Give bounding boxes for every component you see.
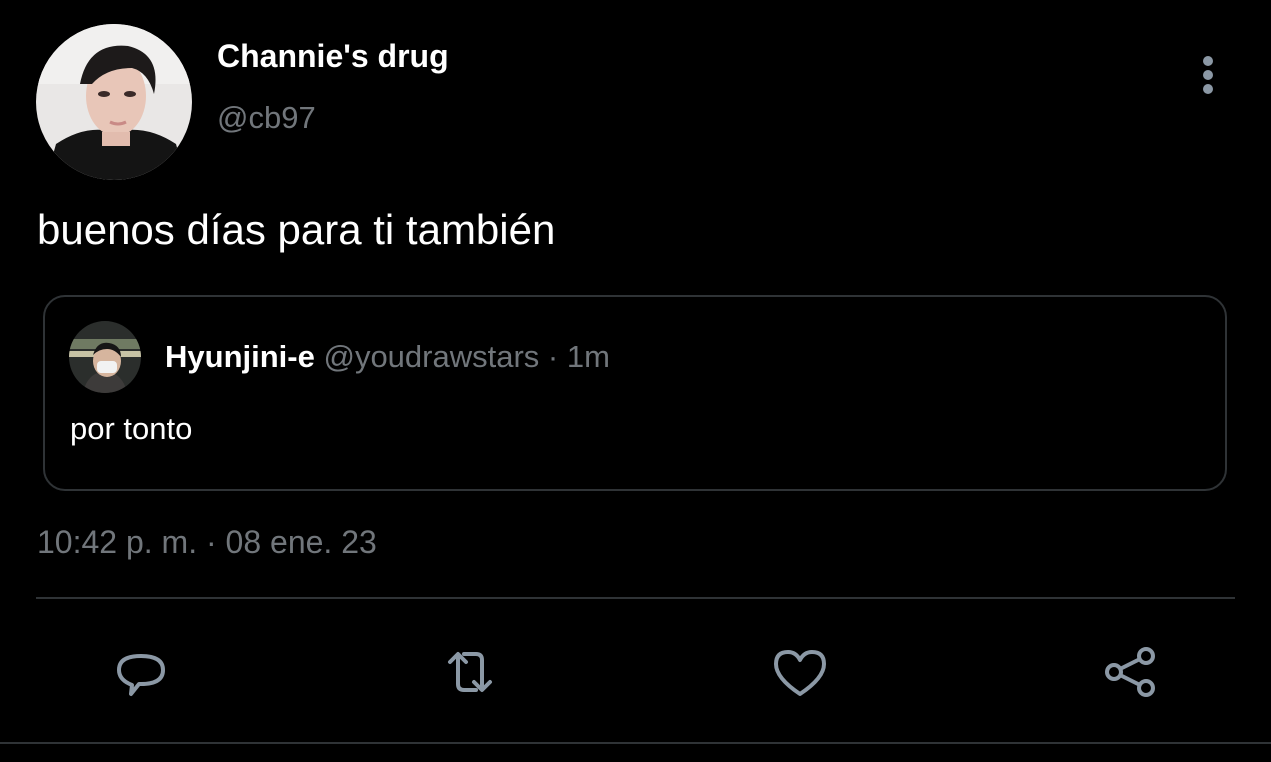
quoted-author-avatar-image [69,321,141,393]
vertical-ellipsis-icon [1203,56,1213,66]
tweet-timestamp[interactable]: 10:42 p. m. · 08 ene. 23 [37,524,377,561]
quoted-author-avatar [69,321,141,393]
quoted-meta-separator: · [539,339,567,374]
quoted-author-display-name: Hyunjini-e [165,339,315,374]
quoted-tweet-age: 1m [566,339,610,374]
more-options-button[interactable] [1188,52,1228,98]
share-nodes-icon [1105,647,1155,697]
quoted-tweet-header: Hyunjini-e @youdrawstars · 1m [165,339,610,375]
retweet-arrows-icon [448,652,492,692]
retweet-button[interactable] [438,640,502,704]
tweet-text: buenos días para ti también [37,206,556,253]
speech-bubble-icon [117,654,165,696]
bottom-divider [0,742,1271,744]
like-button[interactable] [768,640,832,704]
divider [36,597,1235,599]
author-avatar-image [36,24,192,180]
quoted-author-handle: @youdrawstars [323,339,540,374]
share-button[interactable] [1098,640,1162,704]
vertical-ellipsis-icon-dot [1203,70,1213,80]
quoted-tweet-card[interactable]: Hyunjini-e @youdrawstars · 1m por tonto [43,295,1227,491]
quoted-tweet-text: por tonto [70,411,193,446]
author-handle[interactable]: @cb97 [217,100,316,136]
vertical-ellipsis-icon-dot [1203,84,1213,94]
reply-button[interactable] [109,640,173,704]
author-display-name[interactable]: Channie's drug [217,38,449,75]
author-avatar[interactable] [36,24,192,180]
heart-icon [774,650,826,696]
